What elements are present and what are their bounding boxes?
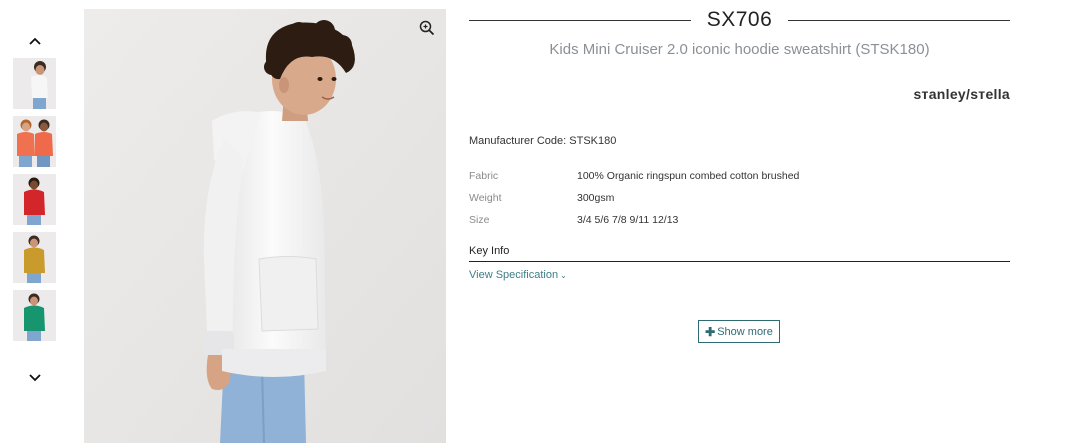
main-product-image[interactable] <box>84 9 446 443</box>
key-info-heading: Key Info <box>469 245 510 257</box>
spec-value: 100% Organic ringspun combed cotton brus… <box>577 170 800 182</box>
spec-label: Size <box>469 214 490 226</box>
zoom-button[interactable] <box>418 19 436 37</box>
manufacturer-code: Manufacturer Code: STSK180 <box>469 135 617 147</box>
thumbnail-ochre[interactable] <box>13 232 56 283</box>
thumbnail-coral[interactable] <box>13 116 56 167</box>
thumbnail-image <box>13 58 56 109</box>
chevron-up-icon <box>29 37 41 45</box>
thumbnail-image <box>13 290 56 341</box>
view-specification-link[interactable]: View Specification ⌄ <box>469 269 567 281</box>
key-info-divider <box>469 261 1010 262</box>
spec-label: Weight <box>469 192 502 204</box>
gallery-down-arrow[interactable] <box>12 367 58 389</box>
view-specification-label: View Specification <box>469 269 559 281</box>
spec-label: Fabric <box>469 170 499 182</box>
show-more-button[interactable]: ✚ Show more <box>698 320 780 343</box>
brand-logo: sтanley/sтella <box>913 86 1010 102</box>
thumbnail-green[interactable] <box>13 290 56 341</box>
product-photo <box>84 9 446 443</box>
magnifier-zoom-icon <box>419 20 435 36</box>
spec-value: 3/4 5/6 7/8 9/11 12/13 <box>577 214 679 226</box>
thumbnail-image <box>13 116 56 167</box>
thumbnail-image <box>13 232 56 283</box>
gallery-up-arrow[interactable] <box>12 30 58 52</box>
thumbnail-red[interactable] <box>13 174 56 225</box>
thumbnail-image <box>13 174 56 225</box>
thumbnail-white[interactable] <box>13 58 56 109</box>
sku-header: SX706 <box>469 8 1010 34</box>
product-title: Kids Mini Cruiser 2.0 iconic hoodie swea… <box>549 41 930 58</box>
chevron-down-icon <box>29 374 41 382</box>
spec-value: 300gsm <box>577 192 615 204</box>
plus-icon: ✚ <box>705 324 716 339</box>
chevron-down-icon: ⌄ <box>560 271 567 280</box>
divider <box>788 20 1010 21</box>
show-more-label: Show more <box>717 325 773 338</box>
